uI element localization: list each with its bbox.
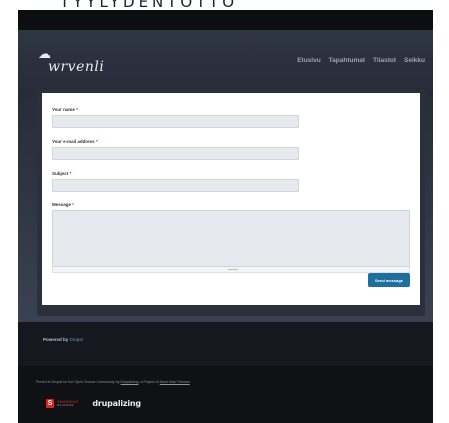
required-marker: * [69,171,72,176]
magazine-text: MAGAZINE [57,403,74,407]
send-message-button[interactable]: Send message [368,273,410,287]
name-field[interactable] [52,115,299,128]
form-frame: Your name * Your e-mail address * Subjec… [37,90,425,316]
site-header: ☁ wrvenli Etusivu Tapahtumat Tilastot Se… [18,30,433,92]
top-bar [18,10,433,30]
drupalizing-badge[interactable]: drupalizing [92,399,141,408]
smashing-magazine-badge[interactable]: S SMASHING MAGAZINE [46,399,78,408]
required-marker: * [76,107,78,112]
email-label: Your e-mail address * [52,139,98,144]
required-marker: * [95,139,98,144]
nav-item-tilastot[interactable]: Tilastot [373,57,396,64]
drupal-link[interactable]: Drupal [70,337,83,342]
content-area: Your name * Your e-mail address * Subjec… [18,90,433,322]
browser-viewport: ☁ wrvenli Etusivu Tapahtumat Tilastot Se… [18,10,433,423]
powered-by-text: Powered by Drupal [43,337,83,342]
nav-item-seikku[interactable]: Seikku [404,57,425,64]
footer-credit: Ported to Drupal for the Open Source Com… [36,380,190,384]
site-footer: Ported to Drupal for the Open Source Com… [18,366,433,423]
smashing-text: SMASHING [57,398,79,404]
message-textarea[interactable] [52,210,410,267]
footer-badges: S SMASHING MAGAZINE drupalizing [46,399,141,408]
more-than-themes-link[interactable]: More than Themes [160,380,190,384]
message-label: Message * [52,202,75,207]
powered-by-section: Powered by Drupal [18,322,433,366]
brand-name: wrvenli [48,59,105,75]
textarea-resize-handle[interactable] [52,267,410,273]
main-nav: Etusivu Tapahtumat Tilastot Seikku [297,57,425,64]
site-logo[interactable]: ☁ wrvenli [38,48,138,78]
drupalizing-link[interactable]: Drupalizing [121,380,139,384]
name-label: Your name * [52,107,78,112]
subject-label: Subject * [52,171,72,176]
nav-item-tapahtumat[interactable]: Tapahtumat [329,57,365,64]
smashing-logo-icon: S [46,399,54,408]
required-marker: * [72,202,75,207]
subject-field[interactable] [52,179,299,192]
nav-item-etusivu[interactable]: Etusivu [297,57,320,64]
contact-form: Your name * Your e-mail address * Subjec… [42,93,420,305]
email-field[interactable] [52,147,299,160]
